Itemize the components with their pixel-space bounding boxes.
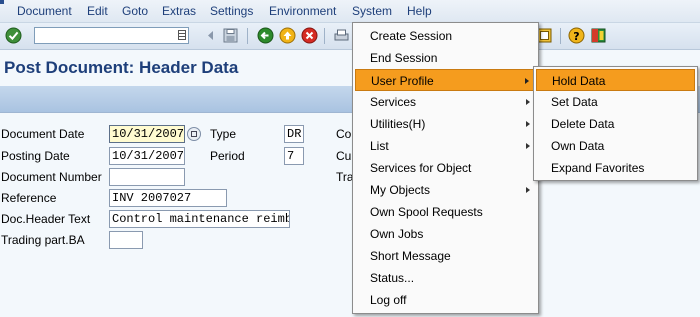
exit-icon[interactable] [279, 27, 296, 44]
submenu-item-hold-data[interactable]: Hold Data [536, 69, 695, 91]
period-field[interactable]: 7 [284, 147, 304, 165]
svg-text:?: ? [573, 30, 579, 43]
menu-item-label: Expand Favorites [551, 161, 645, 175]
menu-goto[interactable]: Goto [122, 4, 148, 18]
document-date-value: 10/31/2007 [112, 127, 185, 141]
date-picker-icon[interactable] [187, 127, 201, 141]
trading-part-label: Trading part.BA [1, 233, 85, 247]
currency-label-partial: Cu [336, 149, 352, 163]
menu-item-label: Log off [370, 293, 407, 307]
submenu-arrow-icon [526, 187, 530, 193]
menu-item-label: Own Jobs [370, 227, 424, 241]
reference-value: INV 2007027 [112, 191, 192, 205]
menu-help[interactable]: Help [407, 4, 432, 18]
menu-item-label: End Session [370, 51, 438, 65]
standard-toolbar: ? [0, 23, 700, 50]
menu-item-services[interactable]: Services [355, 91, 536, 113]
menu-item-label: Hold Data [552, 74, 606, 88]
document-number-field[interactable] [109, 168, 185, 186]
menu-item-label: Services for Object [370, 161, 472, 175]
doc-header-text-value: Control maintenance reimb [112, 212, 290, 226]
menu-item-own-jobs[interactable]: Own Jobs [355, 223, 536, 245]
posting-date-value: 10/31/2007 [112, 149, 185, 163]
menu-item-utilities[interactable]: Utilities(H) [355, 113, 536, 135]
menu-edit[interactable]: Edit [87, 4, 108, 18]
menu-settings[interactable]: Settings [210, 4, 253, 18]
menu-bar: Document Edit Goto Extras Settings Envir… [0, 0, 700, 23]
page-title: Post Document: Header Data [4, 58, 239, 77]
menu-environment[interactable]: Environment [269, 4, 336, 18]
doc-header-text-field[interactable]: Control maintenance reimb [109, 210, 290, 228]
submenu-item-expand-favorites[interactable]: Expand Favorites [536, 157, 695, 179]
menu-document[interactable]: Document [17, 4, 72, 18]
menu-system[interactable]: System [352, 4, 392, 18]
reference-label: Reference [1, 191, 57, 205]
translation-label-partial: Tra [336, 170, 354, 184]
reference-field[interactable]: INV 2007027 [109, 189, 227, 207]
collapse-left-icon[interactable] [202, 27, 219, 44]
print-icon[interactable] [333, 27, 350, 44]
submenu-item-set-data[interactable]: Set Data [536, 91, 695, 113]
menu-item-label: Utilities(H) [370, 117, 426, 131]
toolbar-separator [560, 28, 561, 44]
user-profile-submenu: Hold Data Set Data Delete Data Own Data … [533, 66, 698, 181]
menu-item-short-message[interactable]: Short Message [355, 245, 536, 267]
command-history-icon[interactable] [178, 30, 186, 40]
menu-item-user-profile[interactable]: User Profile [355, 69, 536, 91]
menu-extras[interactable]: Extras [162, 4, 196, 18]
menu-item-create-session[interactable]: Create Session [355, 25, 536, 47]
menu-item-status[interactable]: Status... [355, 267, 536, 289]
menu-item-label: Set Data [551, 95, 598, 109]
submenu-arrow-icon [526, 99, 530, 105]
cancel-icon[interactable] [301, 27, 318, 44]
menu-item-own-spool-requests[interactable]: Own Spool Requests [355, 201, 536, 223]
customize-layout-icon[interactable] [590, 27, 607, 44]
period-value: 7 [287, 149, 295, 163]
period-label: Period [210, 149, 245, 163]
doc-header-text-label: Doc.Header Text [1, 212, 91, 226]
menu-item-label: Status... [370, 271, 415, 285]
back-icon[interactable] [257, 27, 274, 44]
enter-icon[interactable] [5, 27, 22, 44]
menu-item-label: Create Session [370, 29, 453, 43]
menu-item-list[interactable]: List [355, 135, 536, 157]
menu-item-services-for-object[interactable]: Services for Object [355, 157, 536, 179]
submenu-arrow-icon [526, 143, 530, 149]
document-date-label: Document Date [1, 127, 85, 141]
menu-item-label: Own Data [551, 139, 605, 153]
type-value: DR [287, 127, 302, 141]
posting-date-field[interactable]: 10/31/2007 [109, 147, 185, 165]
submenu-arrow-icon [525, 78, 529, 84]
toolbar-separator [247, 28, 248, 44]
help-icon[interactable]: ? [568, 27, 585, 44]
menu-item-log-off[interactable]: Log off [355, 289, 536, 311]
type-label: Type [210, 127, 237, 141]
menu-item-label: Services [370, 95, 417, 109]
save-icon[interactable] [222, 27, 239, 44]
menu-item-label: Short Message [370, 249, 451, 263]
menu-item-label: List [370, 139, 389, 153]
document-number-label: Document Number [1, 170, 102, 184]
submenu-arrow-icon [526, 121, 530, 127]
menu-item-label: Delete Data [551, 117, 615, 131]
menu-item-label: User Profile [371, 74, 434, 88]
toolbar-separator [324, 28, 325, 44]
type-field[interactable]: DR [284, 125, 304, 143]
menu-item-my-objects[interactable]: My Objects [355, 179, 536, 201]
window-corner-accent [0, 0, 4, 4]
posting-date-label: Posting Date [1, 149, 70, 163]
system-menu-dropdown: Create Session End Session User Profile … [352, 22, 539, 314]
menu-item-end-session[interactable]: End Session [355, 47, 536, 69]
trading-part-field[interactable] [109, 231, 143, 249]
menu-item-label: Own Spool Requests [370, 205, 483, 219]
document-date-field[interactable]: 10/31/2007 [109, 125, 185, 143]
command-field[interactable] [34, 27, 189, 44]
submenu-item-delete-data[interactable]: Delete Data [536, 113, 695, 135]
company-code-label-partial: Co [336, 127, 352, 141]
menu-item-label: My Objects [370, 183, 431, 197]
submenu-item-own-data[interactable]: Own Data [536, 135, 695, 157]
